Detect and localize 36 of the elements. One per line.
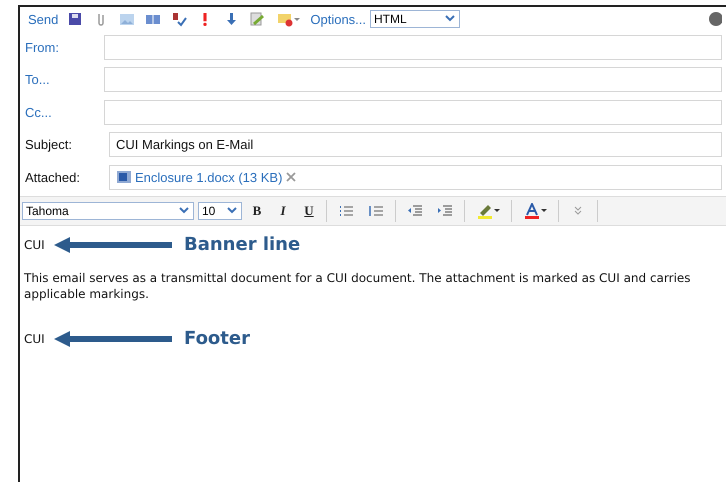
marking-text: CUI xyxy=(24,238,46,252)
field-label: Attached: xyxy=(24,170,81,185)
format-dropdown[interactable]: HTML xyxy=(370,10,460,28)
text-style-button[interactable]: B xyxy=(246,202,268,218)
document-edit-icon xyxy=(248,11,266,27)
text-field[interactable] xyxy=(104,67,722,92)
outdent-icon xyxy=(406,202,424,218)
spellcheck-icon xyxy=(170,11,188,27)
text-style-button[interactable]: U xyxy=(298,202,320,218)
send-button[interactable]: Send xyxy=(24,12,62,26)
options-link[interactable]: Options... xyxy=(306,12,370,26)
indent-icon xyxy=(436,202,454,218)
field-label-link[interactable]: From: xyxy=(20,40,104,55)
document-icon xyxy=(116,169,132,186)
text-field[interactable] xyxy=(104,34,722,60)
marking-text: CUI xyxy=(24,332,46,346)
text-style-button[interactable]: I xyxy=(272,202,294,218)
body-paragraph: This email serves as a transmittal document for a CUI document. The attachment is marked as CUI and carries applicable markings. xyxy=(24,270,692,302)
text-field[interactable]: CUI Markings on E-Mail xyxy=(109,132,722,158)
callout-label: Footer xyxy=(184,328,250,349)
image-icon xyxy=(118,11,136,27)
highlighter-icon xyxy=(476,202,494,218)
font-color-icon xyxy=(523,202,541,218)
callout-label: Banner line xyxy=(184,234,300,255)
field-label: Subject: xyxy=(24,137,73,152)
caret-icon xyxy=(494,209,500,212)
attachment-link[interactable]: Enclosure 1.docx (13 KB) xyxy=(135,170,282,185)
font-size-dropdown[interactable]: 10 xyxy=(198,202,242,220)
field-label-link[interactable]: To... xyxy=(20,72,104,88)
text-field[interactable] xyxy=(104,100,722,125)
font-dropdown[interactable]: Tahoma xyxy=(22,202,194,220)
paperclip-icon xyxy=(98,12,104,26)
caret-icon xyxy=(541,209,547,212)
caret-icon xyxy=(294,18,300,20)
field-label-link[interactable]: Cc... xyxy=(20,104,104,120)
exclamation-icon xyxy=(203,12,208,26)
